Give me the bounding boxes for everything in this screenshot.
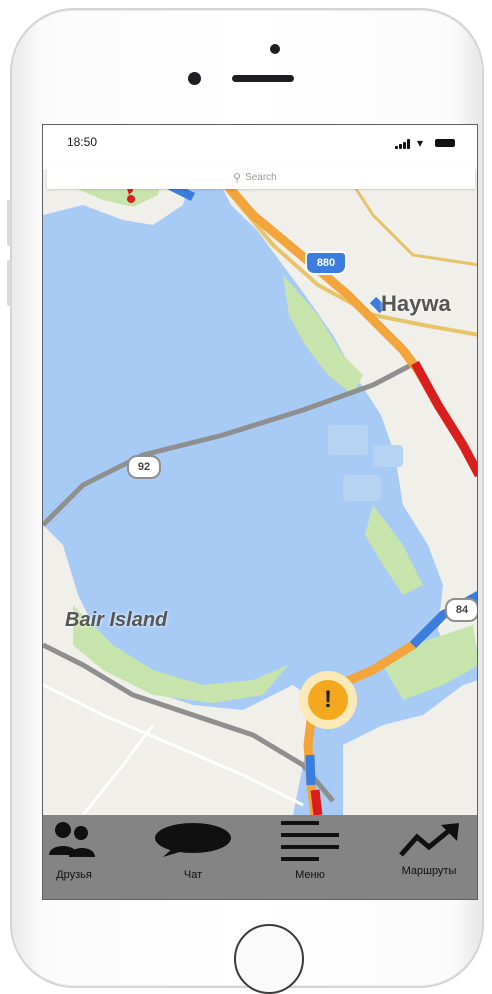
- salt-pond-3: [343, 475, 381, 501]
- tab-routes[interactable]: Маршруты: [379, 815, 477, 899]
- tab-menu[interactable]: Меню: [275, 815, 345, 899]
- highway-84-blue-south: [305, 754, 316, 786]
- people-icon: [49, 822, 95, 857]
- search-placeholder: Search: [245, 172, 277, 183]
- hamburger-menu-icon: [281, 821, 339, 861]
- volume-button: [7, 200, 11, 246]
- highway-shield-84: 84: [445, 598, 477, 622]
- status-bar: 18:50 ▾: [43, 125, 477, 169]
- highway-shield-880-label: 880: [316, 257, 336, 269]
- alert-icon-glyph: !: [324, 686, 332, 713]
- search-bar[interactable]: ⚲ Search: [47, 167, 475, 189]
- proximity-sensor: [188, 72, 201, 85]
- trend-arrow-icon: [399, 823, 459, 857]
- tab-menu-label: Меню: [295, 869, 325, 881]
- traffic-alert-marker[interactable]: !: [299, 671, 357, 729]
- chat-bubble-icon: [155, 823, 231, 857]
- map-pin-icon-dot: [127, 195, 135, 203]
- tab-friends[interactable]: Друзья: [43, 815, 105, 899]
- tab-routes-label: Маршруты: [401, 865, 457, 877]
- cellular-signal-icon: [395, 139, 413, 149]
- home-button[interactable]: [234, 924, 304, 994]
- place-label-hayward: Haywa: [381, 291, 451, 316]
- highway-shield-92-label: 92: [137, 461, 151, 473]
- alert-icon: !: [308, 680, 348, 720]
- bottom-tab-bar: Друзья Чат Меню Маршруты: [43, 815, 477, 899]
- highway-84-red: [310, 789, 323, 816]
- salt-pond-2: [373, 445, 403, 467]
- wifi-icon: ▾: [417, 136, 424, 150]
- salt-pond: [328, 425, 368, 455]
- highway-shield-880: 880: [305, 251, 347, 275]
- tab-chat-label: Чат: [183, 869, 203, 881]
- highway-shield-92: 92: [127, 455, 161, 479]
- battery-icon: [435, 139, 455, 147]
- status-time: 18:50: [67, 135, 98, 149]
- tab-chat[interactable]: Чат: [151, 815, 235, 899]
- tab-friends-label: Друзья: [56, 869, 92, 881]
- volume-button-lower: [7, 260, 11, 306]
- place-label-bair-island: Bair Island: [65, 609, 168, 631]
- earpiece-speaker: [232, 75, 294, 82]
- app-screen: 880 92 84 Haywa Bair Island ! 18:50 ▾ ⚲ …: [42, 124, 478, 900]
- highway-shield-84-label: 84: [455, 604, 469, 616]
- front-camera: [270, 44, 280, 54]
- search-icon: ⚲: [233, 172, 242, 184]
- map-view[interactable]: [43, 125, 478, 900]
